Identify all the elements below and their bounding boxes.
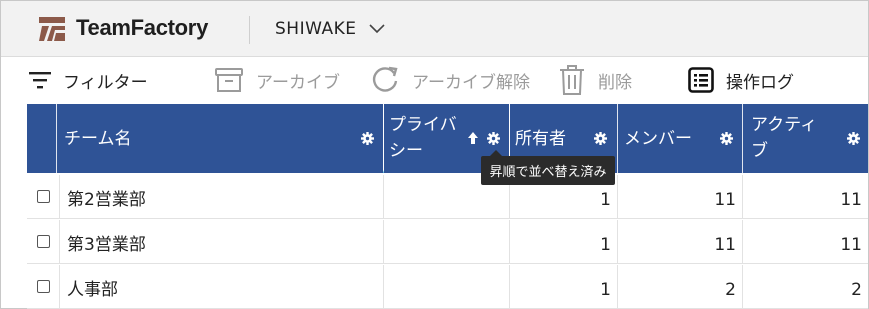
column-label-active: アクティ ブ [751, 112, 817, 164]
column-label-privacy-line2: シー [389, 141, 423, 161]
operation-log-label: 操作ログ [726, 72, 794, 93]
app-switcher[interactable]: SHIWAKE [275, 19, 385, 39]
cell-divider [59, 265, 60, 309]
table-header: チーム名 プライバ シー 所有者 メンバー アクティ ブ [27, 104, 868, 173]
cell-active: 11 [840, 190, 862, 210]
unarchive-button[interactable]: アーカイブ解除 [370, 65, 530, 95]
column-label-members: メンバー [624, 128, 692, 149]
cell-privacy [384, 220, 509, 264]
delete-label: 削除 [598, 72, 632, 93]
cell-privacy [384, 265, 509, 309]
gear-icon[interactable] [361, 132, 374, 145]
archive-button[interactable]: アーカイブ [214, 65, 340, 95]
cell-members: 2 [725, 280, 736, 300]
column-header-team-name[interactable]: チーム名 [57, 104, 383, 173]
row-checkbox[interactable] [37, 190, 50, 203]
filter-label: フィルター [63, 72, 148, 93]
filter-icon [29, 72, 51, 89]
archive-label: アーカイブ [256, 72, 340, 93]
column-label-privacy-line1: プライバ [389, 115, 457, 135]
teamfactory-logo-icon [39, 17, 65, 41]
table-row[interactable]: 人事部 1 2 2 [27, 265, 868, 309]
cell-members: 11 [714, 235, 736, 255]
cell-team-name: 第3営業部 [67, 234, 146, 255]
command-toolbar: フィルター アーカイブ アーカイブ解除 削除 操作ログ [1, 58, 868, 103]
sort-ascending-icon [468, 132, 478, 144]
cell-active: 11 [840, 235, 862, 255]
app-header: TeamFactory SHIWAKE [1, 1, 868, 57]
cell-divider [59, 175, 60, 219]
table-row[interactable]: 第3営業部 1 11 11 [27, 220, 868, 264]
row-checkbox[interactable] [37, 280, 50, 293]
list-icon [688, 67, 714, 93]
filter-button[interactable]: フィルター [29, 65, 148, 95]
gear-icon[interactable] [487, 132, 500, 145]
column-header-members[interactable]: メンバー [618, 104, 742, 173]
column-header-active[interactable]: アクティ ブ [743, 104, 868, 173]
archive-icon [215, 68, 243, 92]
cell-active: 2 [851, 280, 862, 300]
sort-tooltip: 昇順で並べ替え済み [481, 156, 615, 185]
table-row[interactable]: 第2営業部 1 11 11 [27, 175, 868, 219]
cell-owners: 1 [600, 280, 611, 300]
gear-icon[interactable] [720, 132, 733, 145]
cell-owners: 1 [600, 235, 611, 255]
delete-button[interactable]: 削除 [558, 65, 632, 95]
column-label-team-name: チーム名 [64, 128, 132, 149]
cell-team-name: 人事部 [67, 279, 118, 300]
refresh-icon [372, 66, 398, 92]
trash-icon [560, 65, 584, 95]
header-divider [249, 16, 250, 44]
column-label-privacy: プライバ シー [389, 112, 457, 164]
cell-divider [59, 220, 60, 264]
gear-icon[interactable] [594, 132, 607, 145]
app-name: SHIWAKE [275, 19, 357, 39]
column-label-active-line1: アクティ [751, 115, 818, 135]
operation-log-button[interactable]: 操作ログ [688, 65, 794, 95]
cell-members: 11 [714, 190, 736, 210]
cell-team-name: 第2営業部 [67, 189, 146, 210]
brand-name: TeamFactory [76, 15, 209, 40]
column-label-active-line2: ブ [751, 141, 768, 161]
unarchive-label: アーカイブ解除 [412, 72, 530, 93]
chevron-down-icon [368, 24, 385, 34]
gear-icon[interactable] [847, 132, 860, 145]
row-checkbox[interactable] [37, 235, 50, 248]
